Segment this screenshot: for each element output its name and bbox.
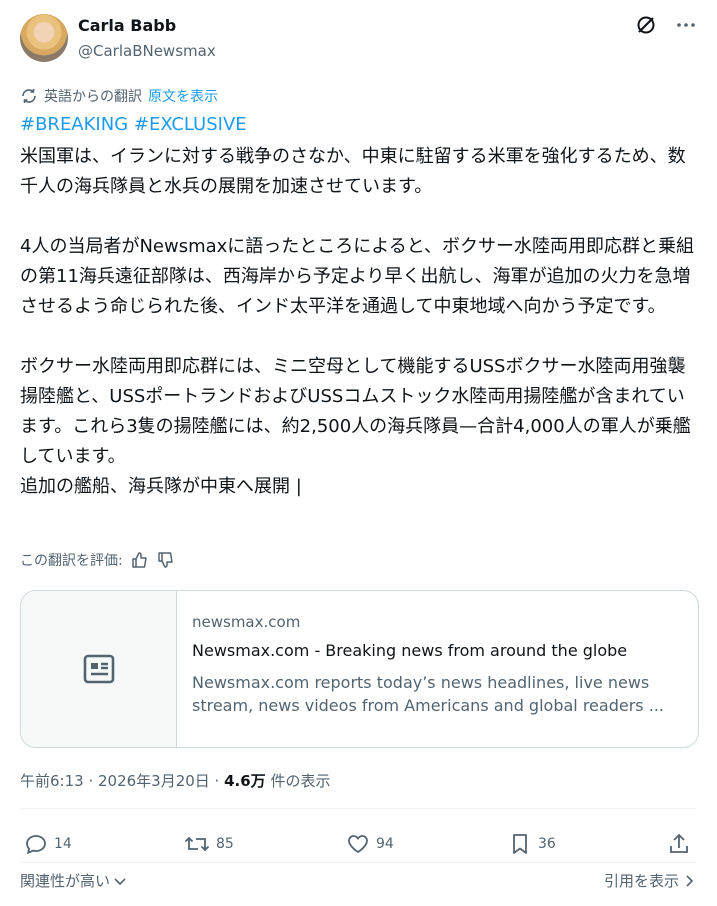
article-icon <box>83 654 115 684</box>
sort-replies-button[interactable]: 関連性が高い <box>20 870 128 891</box>
reply-button[interactable]: 14 <box>24 826 72 862</box>
divider <box>20 862 697 863</box>
bookmark-icon <box>508 832 532 856</box>
author-name[interactable]: Carla Babb <box>78 16 176 35</box>
show-original-link[interactable]: 原文を表示 <box>148 86 218 106</box>
heart-icon <box>346 832 370 856</box>
link-card-text: newsmax.com Newsmax.com - Breaking news … <box>192 613 682 717</box>
chevron-right-icon <box>683 873 697 889</box>
views-count: 4.6万 <box>224 772 266 790</box>
link-card-thumbnail <box>21 591 177 747</box>
post-body: 米国軍は、イランに対する戦争のさなか、中東に駐留する米軍を強化するため、数千人の… <box>20 146 695 497</box>
repost-button[interactable]: 85 <box>184 826 234 862</box>
quotes-label: 引用を表示 <box>603 872 679 890</box>
thumbs-up-icon[interactable] <box>131 551 149 569</box>
share-icon <box>667 832 691 856</box>
chevron-down-icon <box>112 873 128 889</box>
link-card-domain: newsmax.com <box>192 613 301 631</box>
bookmark-button[interactable]: 36 <box>508 826 556 862</box>
rate-translation-label: この翻訳を評価: <box>20 553 123 569</box>
link-card-title: Newsmax.com - Breaking news from around … <box>192 641 628 660</box>
translation-label: 英語からの翻訳 <box>44 89 142 105</box>
translate-icon <box>20 87 38 105</box>
like-button[interactable]: 94 <box>346 826 394 862</box>
post-timestamp[interactable]: 午前6:13 · 2026年3月20日 · <box>20 772 224 790</box>
reply-count: 14 <box>54 836 72 852</box>
grok-icon[interactable] <box>635 14 657 36</box>
divider <box>20 808 697 809</box>
translation-row: 英語からの翻訳 原文を表示 <box>20 86 218 106</box>
repost-icon <box>184 832 210 856</box>
view-quotes-button[interactable]: 引用を表示 <box>604 870 697 891</box>
repost-count: 85 <box>216 836 234 852</box>
bookmark-count: 36 <box>538 836 556 852</box>
sort-label: 関連性が高い <box>20 872 111 890</box>
header-actions <box>635 14 697 36</box>
reply-icon <box>24 832 48 856</box>
author-handle[interactable]: @CarlaBNewsmax <box>78 42 216 60</box>
share-button[interactable] <box>667 826 691 862</box>
link-card[interactable]: newsmax.com Newsmax.com - Breaking news … <box>20 590 699 748</box>
views-label: 件の表示 <box>265 772 331 790</box>
action-bar: 14 85 94 36 <box>20 826 697 862</box>
more-icon[interactable] <box>675 14 697 36</box>
like-count: 94 <box>376 836 394 852</box>
thumbs-down-icon[interactable] <box>157 551 175 569</box>
avatar[interactable] <box>20 14 68 62</box>
rate-translation-row: この翻訳を評価: <box>20 550 175 570</box>
post-hashtags[interactable]: #BREAKING #EXCLUSIVE <box>20 114 247 135</box>
link-card-description: Newsmax.com reports today’s news headlin… <box>192 673 664 715</box>
post-meta: 午前6:13 · 2026年3月20日 · 4.6万 件の表示 <box>20 770 330 791</box>
